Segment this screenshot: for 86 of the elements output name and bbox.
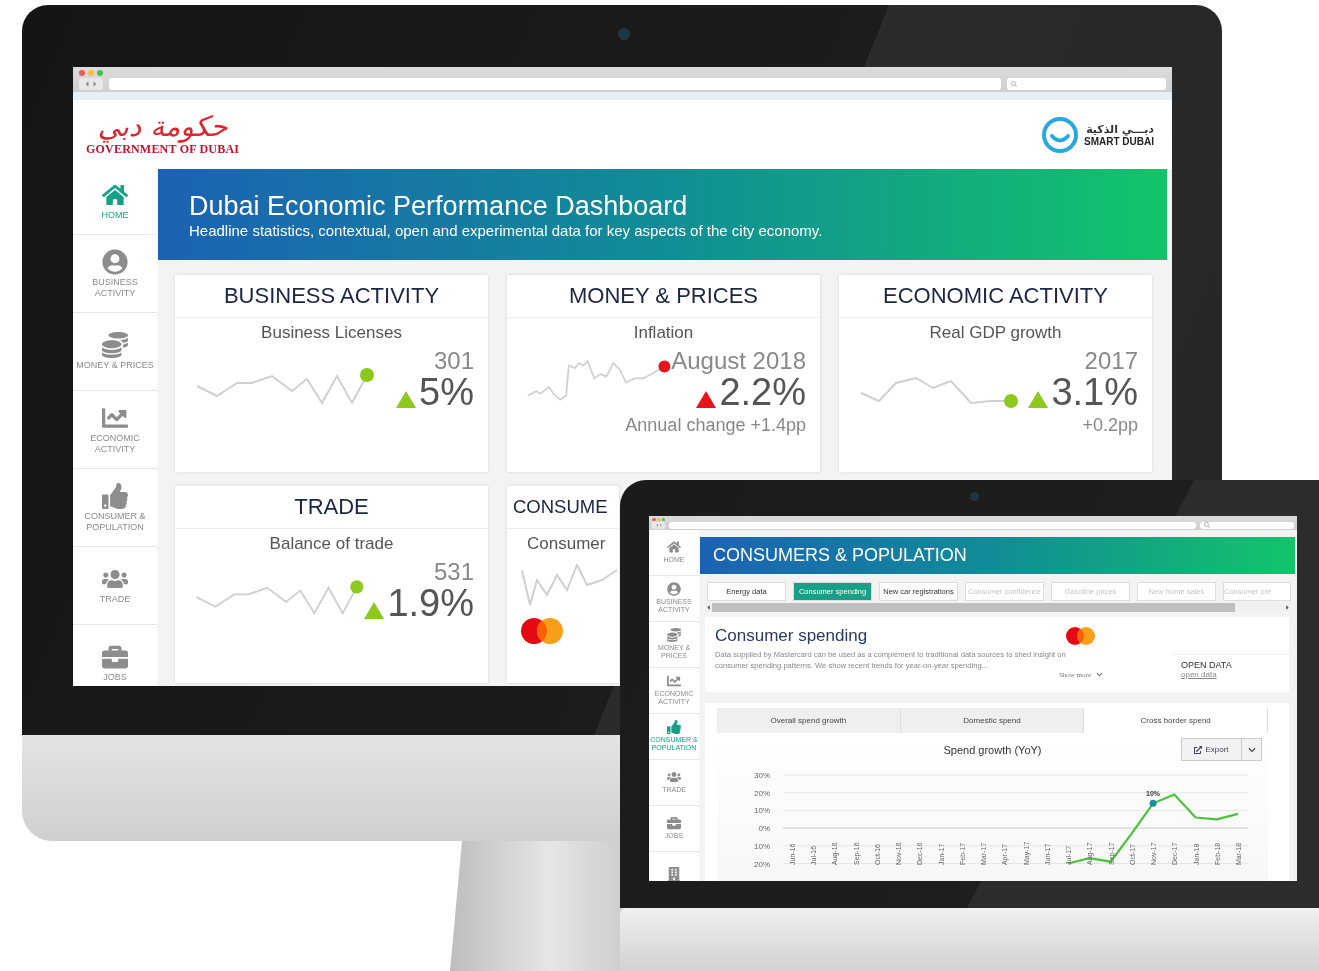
briefcase-icon [102, 644, 128, 671]
back-forward-buttons[interactable] [652, 522, 666, 529]
search-field[interactable] [1199, 522, 1294, 529]
axis-label: 20% [754, 859, 770, 869]
thumbs-up-icon [667, 720, 681, 735]
external-link-icon [1194, 745, 1203, 754]
stat-value: 2.2% [719, 373, 806, 411]
address-bar[interactable] [668, 522, 1197, 529]
building-icon [667, 867, 681, 881]
sidebar-item[interactable]: MONEY & PRICES [73, 313, 157, 391]
data-point [1149, 799, 1157, 807]
close-button[interactable] [79, 70, 85, 76]
maximize-button[interactable] [97, 70, 103, 76]
caret-left-icon [654, 523, 659, 528]
stat-card[interactable]: BUSINESS ACTIVITY Business Licenses 301 5% [175, 275, 488, 472]
stat-note: Annual change +1.4pp [624, 414, 807, 436]
sidebar-item[interactable]: JOBS [73, 625, 157, 686]
caret-right-icon [1284, 603, 1291, 611]
close-button[interactable] [652, 517, 656, 521]
camera-icon [970, 492, 979, 501]
stat-period: 301 [433, 349, 474, 373]
dropdown-button[interactable] [1242, 738, 1262, 762]
users-icon [667, 770, 681, 785]
sidebar-item[interactable]: ECONOMIC ACTIVITY [73, 391, 157, 469]
camera-icon [618, 28, 630, 40]
stat-card[interactable]: CONSUME Consumer [507, 486, 619, 683]
briefcase-icon [667, 816, 681, 831]
caret-left-icon [705, 603, 712, 611]
overlapping-circles-logo [521, 618, 563, 645]
stat-period: August 2018 [671, 349, 806, 373]
stat-period: 2017 [1084, 349, 1138, 373]
sidebar-item[interactable]: HOME [73, 169, 157, 235]
card-subtitle: Business Licenses [260, 323, 403, 343]
axis-label: 0% [758, 823, 770, 833]
chart-tab[interactable]: Cross border spend [1084, 707, 1268, 733]
card-subtitle: Real GDP growth [928, 323, 1063, 343]
axis-label: 10% [754, 841, 770, 851]
search-icon [1203, 522, 1210, 529]
caret-left-icon [83, 80, 91, 88]
caret-right-icon [658, 523, 664, 528]
line-chart-icon [667, 674, 681, 689]
axis-label: 20% [754, 788, 770, 798]
back-forward-buttons[interactable] [79, 78, 103, 90]
stat-value: 5% [419, 373, 474, 411]
stat-value: 1.9% [387, 584, 474, 622]
chart-title: Spend growth (YoY) [943, 743, 1042, 756]
card-title: CONSUME [513, 496, 608, 518]
banner-subtitle: Headline statistics, contextual, open and experimental data for key aspects of the city economy. [189, 222, 824, 240]
card-subtitle: Consumer [526, 534, 606, 554]
overlapping-circles-logo [1066, 626, 1095, 645]
caret-right-icon [91, 80, 99, 88]
search-field[interactable] [1007, 78, 1166, 90]
sidebar-item[interactable]: CONSUMER & POPULATION [73, 469, 157, 547]
axis-label: 10% [754, 806, 770, 816]
card-title: TRADE [294, 494, 369, 520]
card-title: BUSINESS ACTIVITY [223, 283, 440, 309]
stat-card[interactable]: ECONOMIC ACTIVITY Real GDP growth 2017 3.1% +0.2pp [839, 275, 1152, 472]
export-button[interactable]: Export [1181, 738, 1242, 762]
open-data-heading: OPEN DATA [1181, 659, 1233, 670]
chevron-down-icon [1247, 745, 1256, 754]
banner-title: Dubai Economic Performance Dashboard [189, 189, 689, 223]
minimize-button[interactable] [88, 70, 94, 76]
sidebar-item[interactable]: BUSINESS ACTIVITY [73, 235, 157, 313]
address-bar[interactable] [109, 78, 1001, 90]
sidebar-item[interactable]: TRADE [73, 547, 157, 625]
axis-label: 30% [754, 770, 770, 780]
stat-period: 531 [433, 560, 474, 584]
chevron-down-icon [1096, 671, 1103, 679]
card-subtitle: Inflation [632, 323, 695, 343]
stat-card[interactable]: TRADE Balance of trade 531 1.9% [175, 486, 488, 683]
card-title: MONEY & PRICES [568, 283, 759, 309]
card-subtitle: Balance of trade [268, 534, 395, 554]
banner-title: CONSUMERS & POPULATION [713, 544, 967, 566]
stat-value: 3.1% [1051, 373, 1138, 411]
dataset-title: Consumer spending [715, 625, 868, 646]
maximize-button[interactable] [662, 517, 666, 521]
card-title: ECONOMIC ACTIVITY [883, 283, 1108, 309]
open-data-link[interactable]: open data [1181, 669, 1289, 679]
coins-icon [102, 332, 128, 359]
coins-icon [667, 628, 681, 643]
stat-card[interactable]: MONEY & PRICES Inflation August 2018 2.2% Annual change +1.4pp [507, 275, 820, 472]
thumbs-up-icon [102, 483, 128, 510]
minimize-button[interactable] [657, 517, 661, 521]
home-icon [667, 540, 681, 555]
stat-note: +0.2pp [1081, 414, 1139, 436]
search-icon [1011, 81, 1017, 87]
